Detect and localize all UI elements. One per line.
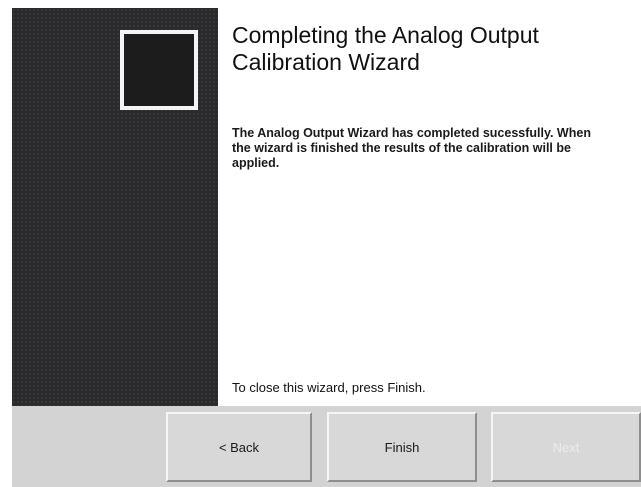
button-bar-gap — [0, 406, 12, 487]
wizard-logo-icon — [120, 30, 198, 110]
completion-message: The Analog Output Wizard has completed s… — [232, 126, 591, 170]
close-instruction: To close this wizard, press Finish. — [232, 380, 426, 395]
finish-button[interactable]: Finish — [327, 412, 477, 482]
back-button[interactable]: < Back — [166, 412, 312, 482]
wizard-window: Completing the Analog Output Calibration… — [0, 0, 641, 487]
wizard-side-panel — [12, 8, 218, 406]
next-button: Next — [491, 412, 641, 482]
button-bar: < Back Finish Next — [12, 406, 641, 487]
wizard-content: Completing the Analog Output Calibration… — [218, 8, 641, 406]
page-title: Completing the Analog Output Calibration… — [232, 22, 539, 75]
